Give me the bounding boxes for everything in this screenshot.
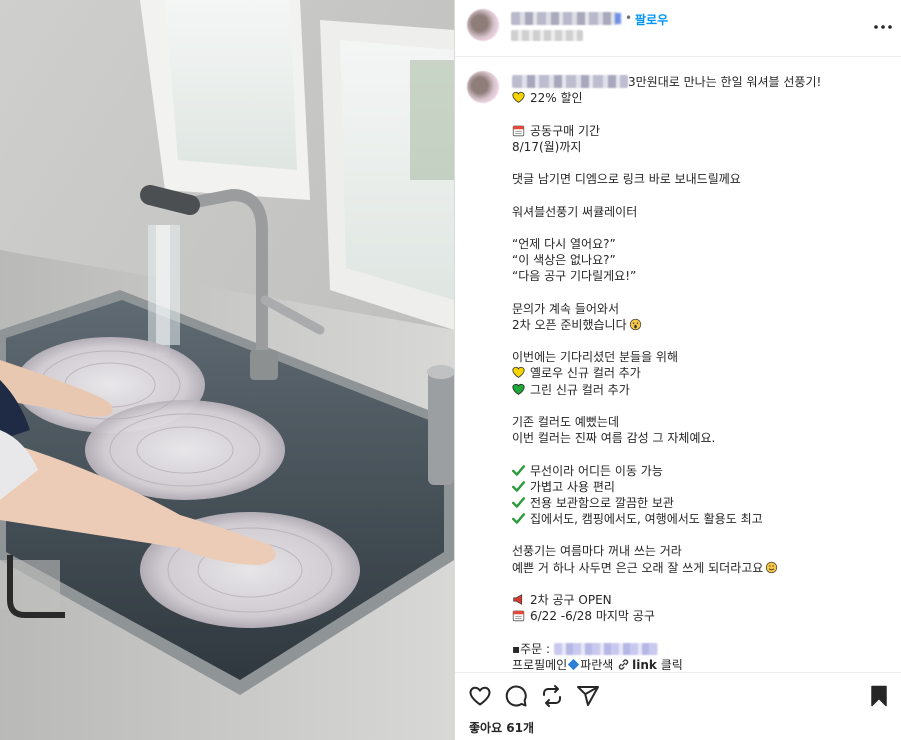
likes-count[interactable]: 좋아요 61개 xyxy=(469,719,534,736)
caption-headline: 3만원대로 만나는 한일 워셔블 선풍기! xyxy=(628,75,822,89)
action-bar xyxy=(455,672,901,716)
caption-line: 프로필메인 파란색 link 클릭 xyxy=(512,657,892,670)
caption-new-yellow: 옐로우 신규 컬러 추가 xyxy=(530,366,641,381)
caption-line: 가볍고 사용 편리 xyxy=(512,479,892,495)
save-button[interactable] xyxy=(867,684,891,708)
separator-dot: • xyxy=(625,11,633,25)
calendar-icon xyxy=(512,610,525,622)
caption-line: 그린 신규 컬러 추가 xyxy=(512,382,892,398)
caption-new-green: 그린 신규 컬러 추가 xyxy=(530,382,630,397)
caption-period-date: 8/17(월)까지 xyxy=(512,139,582,154)
post-caption: 3만원대로 만나는 한일 워셔블 선풍기! 22% 할인 공동구매 기간 8/1… xyxy=(512,74,892,670)
post-photo[interactable] xyxy=(0,0,454,740)
caption-closing-2: 예쁜 거 하나 사두면 은근 오래 잘 쓰게 되더라고요 xyxy=(512,560,764,575)
post-photo-illustration xyxy=(0,0,454,740)
smiling-face-icon xyxy=(766,561,778,573)
caption-feature-3: 전용 보관함으로 깔끔한 보관 xyxy=(530,495,674,510)
caption-open-dates: 6/22 -6/28 마지막 공구 xyxy=(530,609,655,624)
caption-quote-1: “언제 다시 열어요?” xyxy=(512,236,616,251)
author-avatar[interactable] xyxy=(467,9,499,41)
caption-line: 공동구매 기간 xyxy=(512,123,892,139)
caption-author-avatar[interactable] xyxy=(467,71,499,103)
caption-discount: 22% 할인 xyxy=(530,91,583,106)
caption-order-label: ▪주문 : xyxy=(512,641,554,656)
caption-inquiry-2: 2차 오픈 준비했습니다 xyxy=(512,317,627,332)
calendar-icon xyxy=(512,125,525,136)
caption-feature-1: 무선이라 어디든 이동 가능 xyxy=(530,463,663,478)
caption-profile-link[interactable]: link xyxy=(632,658,657,670)
caption-open-title: 2차 공구 OPEN xyxy=(530,593,612,607)
repost-icon xyxy=(543,685,561,707)
green-heart-icon xyxy=(512,383,525,395)
comment-button[interactable] xyxy=(504,684,528,708)
caption-feature-2: 가볍고 사용 편리 xyxy=(530,479,615,494)
bookmark-icon xyxy=(871,685,887,707)
check-mark-icon xyxy=(512,480,525,492)
caption-profile-color: 파란색 xyxy=(580,657,614,670)
caption-line: 6/22 -6/28 마지막 공구 xyxy=(512,608,892,624)
caption-username-blurred[interactable] xyxy=(512,75,628,88)
blue-diamond-icon xyxy=(568,658,580,670)
post-header: • 팔로우 xyxy=(455,0,901,57)
caption-closing-1: 선풍기는 여름마다 꺼내 쓰는 거라 xyxy=(512,544,682,559)
caption-product-name: 워셔블선풍기 써큘레이터 xyxy=(512,204,638,219)
caption-line: 2차 오픈 준비했습니다 xyxy=(512,317,892,333)
author-subtitle-blurred xyxy=(511,30,583,41)
caption-color-1: 기존 컬러도 예뻤는데 xyxy=(512,414,619,429)
yellow-heart-icon xyxy=(512,91,525,104)
caption-feature-4: 집에서도, 캠핑에서도, 여행에서도 활용도 최고 xyxy=(530,512,763,527)
follow-button[interactable]: 팔로우 xyxy=(635,11,668,28)
order-link-blurred[interactable] xyxy=(553,642,658,655)
post-panel: • 팔로우 3만원대로 만나는 한일 워셔블 선풍기! 22% 할인 공동구매 … xyxy=(454,0,901,740)
repost-button[interactable] xyxy=(540,684,564,708)
share-icon xyxy=(577,686,599,706)
caption-quote-2: “이 색상은 없나요?” xyxy=(512,253,616,268)
caption-line: 무선이라 어디든 이동 가능 xyxy=(512,463,892,479)
caption-profile-prefix: 프로필메인 xyxy=(512,657,568,670)
caption-line: 옐로우 신규 컬러 추가 xyxy=(512,365,892,381)
heart-icon xyxy=(469,686,491,706)
author-username-blurred[interactable] xyxy=(511,12,617,25)
caption-line: 22% 할인 xyxy=(512,90,892,106)
scream-face-icon xyxy=(629,318,641,330)
like-button[interactable] xyxy=(468,684,492,708)
caption-color-2: 이번 컬러는 진짜 여름 감성 그 자체예요. xyxy=(512,431,716,446)
caption-scroll-area[interactable]: 3만원대로 만나는 한일 워셔블 선풍기! 22% 할인 공동구매 기간 8/1… xyxy=(455,58,901,670)
caption-inquiry-1: 문의가 계속 들어와서 xyxy=(512,301,619,316)
yellow-heart-icon xyxy=(512,367,525,379)
caption-line: 예쁜 거 하나 사두면 은근 오래 잘 쓰게 되더라고요 xyxy=(512,560,892,576)
check-mark-icon xyxy=(512,513,525,524)
caption-line: 집에서도, 캠핑에서도, 여행에서도 활용도 최고 xyxy=(512,511,892,527)
caption-line: 2차 공구 OPEN xyxy=(512,592,892,608)
caption-quote-3: “다음 공구 기다릴게요!” xyxy=(512,269,637,284)
caption-line: ▪주문 : xyxy=(512,641,892,657)
caption-comment-dm: 댓글 남기면 디엠으로 링크 바로 보내드릴께요 xyxy=(512,172,741,187)
caption-profile-click: 클릭 xyxy=(660,657,683,670)
caption-period-title: 공동구매 기간 xyxy=(530,123,601,138)
megaphone-icon xyxy=(513,594,523,605)
caption-new-intro: 이번에는 기다리셨던 분들을 위해 xyxy=(512,350,679,365)
share-button[interactable] xyxy=(576,684,600,708)
link-icon xyxy=(618,659,629,670)
check-mark-icon xyxy=(512,497,525,508)
check-mark-icon xyxy=(512,464,525,476)
more-options-button[interactable] xyxy=(872,17,894,37)
caption-line: 3만원대로 만나는 한일 워셔블 선풍기! xyxy=(512,74,892,90)
caption-line: 전용 보관함으로 깔끔한 보관 xyxy=(512,495,892,511)
more-icon xyxy=(874,25,892,29)
comment-icon xyxy=(505,685,527,707)
